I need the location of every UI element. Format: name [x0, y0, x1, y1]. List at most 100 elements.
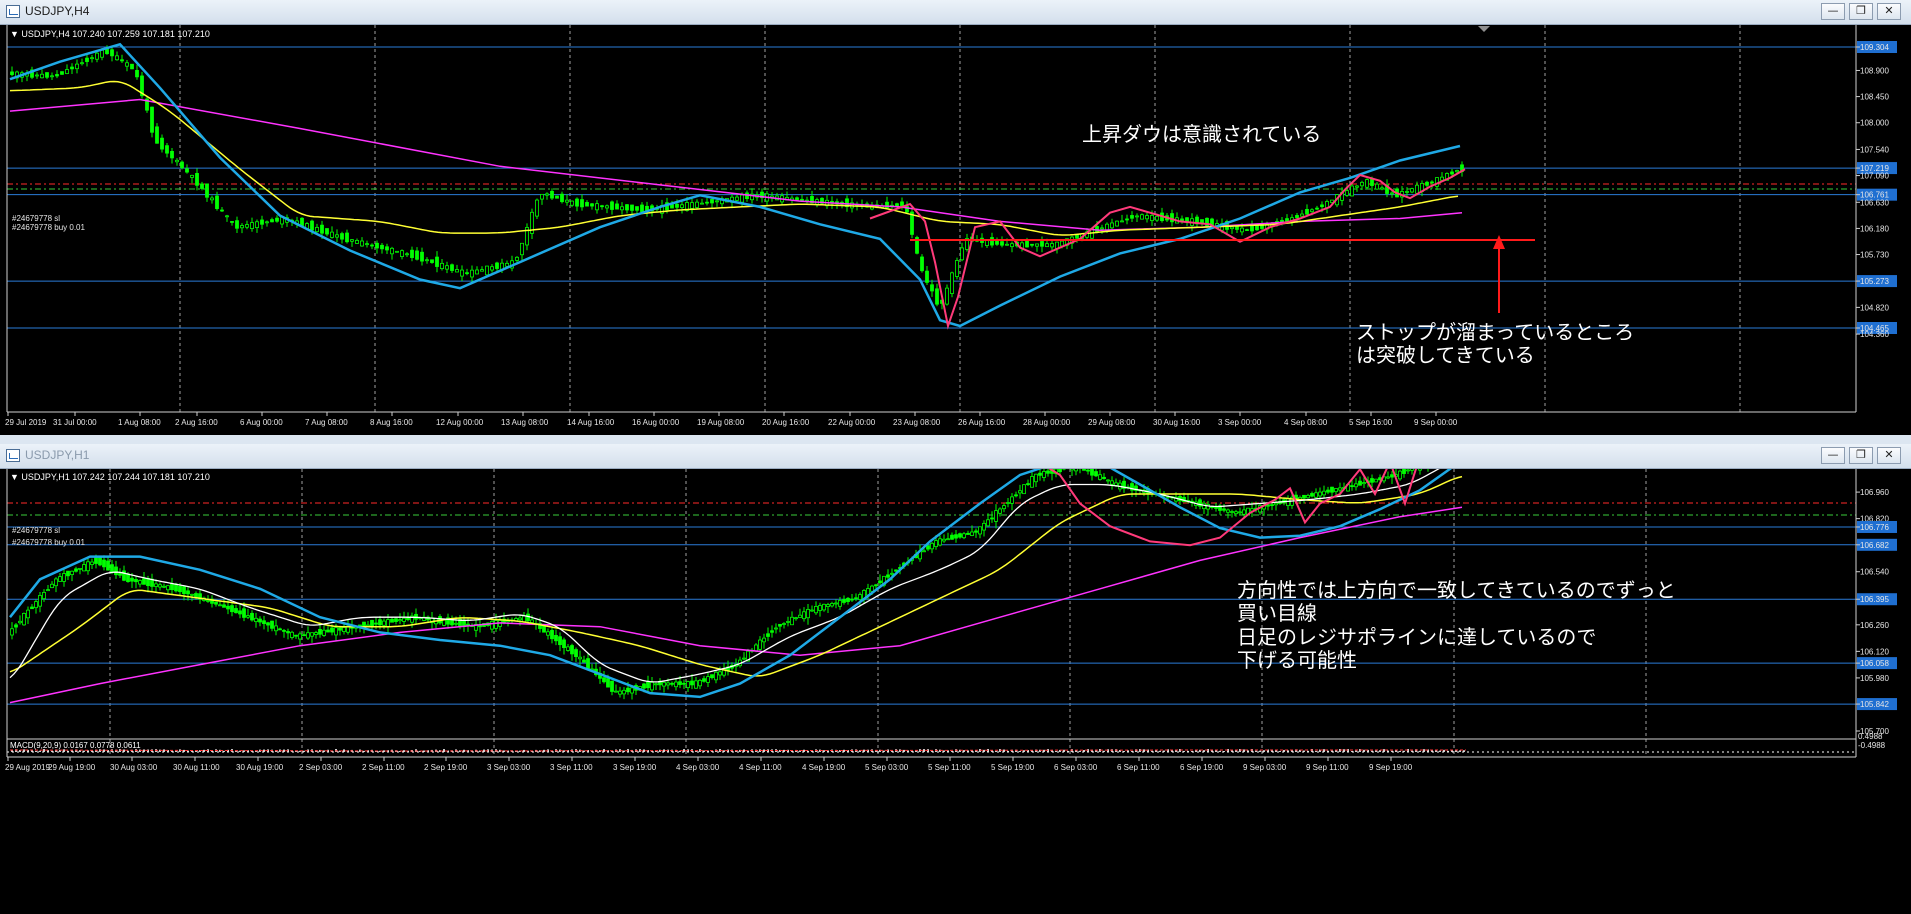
- candle-body: [1402, 469, 1406, 474]
- candle-body: [802, 611, 806, 620]
- candle-body: [565, 199, 569, 203]
- symbol-info: ▼ USDJPY,H4 107.240 107.259 107.181 107.…: [10, 29, 210, 39]
- candle-body: [846, 597, 850, 602]
- close-button[interactable]: ✕: [1877, 3, 1901, 20]
- candle-body: [185, 168, 189, 173]
- candle-body: [1410, 469, 1414, 471]
- close-button[interactable]: ✕: [1877, 447, 1901, 464]
- candle-body: [754, 644, 758, 652]
- candle-body: [1360, 181, 1364, 187]
- candle-body: [58, 576, 62, 582]
- time-label: 30 Aug 19:00: [236, 763, 284, 772]
- candle-body: [545, 193, 549, 196]
- candle-body: [570, 645, 574, 655]
- candle-body: [314, 632, 318, 636]
- candle-body: [338, 627, 342, 631]
- candle-body: [1070, 469, 1074, 471]
- candle-body: [470, 269, 474, 278]
- candle-body: [1170, 213, 1174, 223]
- candle-body: [74, 568, 78, 572]
- chart-window-h4[interactable]: USDJPY,H4 — ❐ ✕ ▼ USDJPY,H4 107.240 107.…: [0, 0, 1911, 444]
- candle-body: [1375, 183, 1379, 190]
- candle-body: [220, 209, 224, 212]
- candle-body: [762, 637, 766, 643]
- candle-body: [978, 526, 982, 535]
- candle-body: [1390, 192, 1394, 195]
- window-title: USDJPY,H4: [25, 4, 90, 18]
- candle-body: [18, 620, 22, 624]
- price-label: 105.273: [1860, 277, 1889, 286]
- price-chart[interactable]: MACD(9,20,9) 0.0167 0.0778 0.0611 ▼ USDJ…: [0, 469, 1911, 914]
- candle-body: [922, 550, 926, 553]
- candle-body: [445, 265, 449, 270]
- candle-body: [374, 622, 378, 625]
- price-label: 107.100: [1860, 469, 1889, 471]
- time-label: 14 Aug 16:00: [567, 418, 615, 427]
- time-label: 30 Aug 03:00: [110, 763, 158, 772]
- candle-body: [494, 620, 498, 629]
- candle-body: [100, 49, 104, 58]
- time-label: 8 Aug 16:00: [370, 418, 413, 427]
- candle-body: [1354, 483, 1358, 488]
- candle-body: [154, 583, 158, 587]
- macd-bar: [1419, 750, 1421, 752]
- candle-body: [166, 585, 170, 591]
- candle-body: [286, 631, 290, 634]
- candle-body: [125, 62, 129, 67]
- candle-body: [366, 624, 370, 627]
- candle-body: [420, 251, 424, 262]
- candle-body: [82, 564, 86, 572]
- candle-body: [1058, 469, 1062, 473]
- restore-button[interactable]: ❐: [1849, 3, 1873, 20]
- candle-body: [1145, 215, 1149, 220]
- window-titlebar[interactable]: USDJPY,H1 — ❐ ✕: [0, 444, 1911, 469]
- candle-body: [114, 566, 118, 576]
- minimize-button[interactable]: —: [1821, 447, 1845, 464]
- candle-body: [235, 220, 239, 229]
- candle-body: [1040, 241, 1044, 247]
- candle-body: [38, 595, 42, 607]
- window-titlebar[interactable]: USDJPY,H4 — ❐ ✕: [0, 0, 1911, 25]
- candle-body: [1306, 494, 1310, 499]
- candle-body: [90, 561, 94, 565]
- candle-body: [70, 570, 74, 576]
- candle-body: [1450, 171, 1454, 175]
- candle-body: [578, 656, 582, 660]
- restore-button[interactable]: ❐: [1849, 447, 1873, 464]
- window-title: USDJPY,H1: [25, 448, 90, 462]
- time-label: 6 Sep 19:00: [1180, 763, 1224, 772]
- candle-body: [334, 627, 338, 636]
- candle-body: [1238, 511, 1242, 514]
- candle-body: [62, 573, 66, 582]
- candle-body: [686, 681, 690, 688]
- candle-body: [290, 631, 294, 638]
- candle-body: [1310, 493, 1314, 497]
- candle-body: [806, 609, 810, 619]
- macd-bar: [1439, 750, 1441, 752]
- price-label: 105.980: [1860, 674, 1889, 683]
- candle-body: [570, 200, 574, 206]
- candle-body: [365, 243, 369, 246]
- candle-body: [254, 617, 258, 622]
- time-label: 3 Sep 19:00: [613, 763, 657, 772]
- minimize-button[interactable]: —: [1821, 3, 1845, 20]
- candle-body: [46, 589, 50, 592]
- macd-bar: [995, 750, 997, 752]
- candle-body: [1102, 476, 1106, 480]
- candle-body: [600, 205, 604, 208]
- candle-body: [870, 585, 874, 592]
- candle-body: [960, 247, 964, 261]
- candle-body: [546, 631, 550, 636]
- candle-body: [360, 240, 364, 247]
- candle-body: [766, 633, 770, 637]
- candle-body: [130, 63, 134, 70]
- candle-body: [715, 200, 719, 203]
- candle-body: [826, 604, 830, 607]
- candle-body: [382, 620, 386, 626]
- candle-body: [700, 202, 704, 205]
- candle-body: [45, 72, 49, 78]
- chart-window-h1[interactable]: USDJPY,H1 — ❐ ✕ MACD(9,20,9) 0.0167 0.07…: [0, 444, 1911, 914]
- price-chart[interactable]: ▼ USDJPY,H4 107.240 107.259 107.181 107.…: [0, 25, 1911, 435]
- candle-body: [1130, 215, 1134, 219]
- time-label: 2 Aug 16:00: [175, 418, 218, 427]
